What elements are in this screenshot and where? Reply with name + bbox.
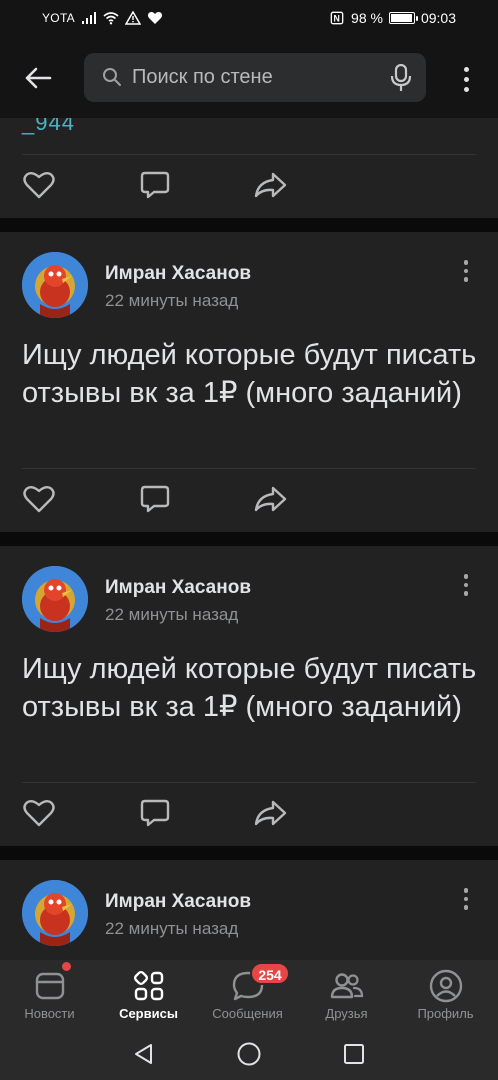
avatar-image	[22, 566, 88, 632]
battery-percent: 98 %	[351, 10, 383, 26]
like-button[interactable]	[22, 168, 56, 202]
back-triangle-icon	[135, 1044, 152, 1064]
bottom-tab-bar: Новости Сервисы 254 Сообщения Друзья Про…	[0, 960, 498, 1028]
news-icon	[32, 968, 68, 1004]
nfc-icon: N	[330, 11, 344, 25]
battery-fill	[390, 14, 412, 22]
like-icon	[23, 486, 55, 513]
post-partial: _944	[0, 118, 498, 218]
more-vertical-icon[interactable]	[456, 64, 476, 94]
post-menu-button[interactable]	[458, 574, 474, 602]
back-arrow-icon	[25, 67, 52, 89]
tab-label: Сервисы	[119, 1006, 178, 1021]
status-bar: YOTA N 98 % 09:03	[0, 0, 498, 38]
post-text-tail: _944	[22, 118, 75, 135]
comment-button[interactable]	[138, 796, 172, 830]
heart-icon	[147, 12, 163, 24]
like-icon	[23, 172, 55, 199]
avatar-image	[22, 252, 88, 318]
avatar[interactable]	[22, 566, 88, 632]
wifi-icon	[103, 12, 119, 25]
svg-text:N: N	[334, 14, 340, 24]
comment-button[interactable]	[138, 168, 172, 202]
post-time: 22 минуты назад	[105, 919, 239, 938]
system-back-button[interactable]	[130, 1040, 158, 1068]
post-actions	[0, 782, 498, 842]
clock: 09:03	[420, 10, 456, 26]
like-button[interactable]	[22, 796, 56, 830]
warning-icon	[124, 11, 141, 25]
services-icon	[131, 968, 167, 1004]
tab-friends[interactable]: Друзья	[297, 960, 396, 1028]
post-actions	[0, 154, 498, 214]
share-icon	[254, 172, 287, 198]
avatar[interactable]	[22, 880, 88, 946]
system-navigation-bar	[0, 1028, 498, 1080]
share-icon	[254, 486, 287, 512]
like-icon	[23, 800, 55, 827]
post-author: Имран Хасанов	[105, 891, 252, 912]
post-time: 22 минуты назад	[105, 605, 239, 624]
post-menu-button[interactable]	[458, 888, 474, 916]
back-button[interactable]	[22, 62, 54, 94]
recents-square-icon	[344, 1044, 364, 1064]
post-author: Имран Хасанов	[105, 577, 252, 598]
post-card: Имран Хасанов 22 минуты назад	[0, 860, 498, 960]
wall-feed: _944 Имран Хасанов 22 минуты назад Ищу л…	[0, 118, 498, 960]
post-author: Имран Хасанов	[105, 263, 252, 284]
post-menu-button[interactable]	[458, 260, 474, 288]
friends-icon	[329, 968, 365, 1004]
like-button[interactable]	[22, 482, 56, 516]
post-card: Имран Хасанов 22 минуты назад Ищу людей …	[0, 232, 498, 532]
comment-icon	[140, 171, 170, 199]
signal-icon	[81, 12, 96, 24]
search-box[interactable]	[84, 53, 426, 102]
profile-icon	[428, 968, 464, 1004]
post-text: Ищу людей которые будут писать отзывы вк…	[22, 339, 477, 409]
app-header	[0, 38, 498, 118]
tab-label: Друзья	[325, 1006, 368, 1021]
home-circle-icon	[237, 1042, 261, 1066]
share-button[interactable]	[254, 482, 288, 516]
share-button[interactable]	[254, 796, 288, 830]
post-text: Ищу людей которые будут писать отзывы вк…	[22, 653, 477, 723]
system-recents-button[interactable]	[340, 1040, 368, 1068]
avatar[interactable]	[22, 252, 88, 318]
comment-icon	[140, 799, 170, 827]
share-button[interactable]	[254, 168, 288, 202]
carrier-name: YOTA	[42, 11, 75, 25]
search-input[interactable]	[132, 53, 372, 102]
comment-button[interactable]	[138, 482, 172, 516]
system-home-button[interactable]	[235, 1040, 263, 1068]
post-actions	[0, 468, 498, 528]
tab-services[interactable]: Сервисы	[99, 960, 198, 1028]
tab-messages[interactable]: 254 Сообщения	[198, 960, 297, 1028]
avatar-image	[22, 880, 88, 946]
tab-label: Сообщения	[212, 1006, 283, 1021]
news-unread-dot	[62, 962, 71, 971]
post-time: 22 минуты назад	[105, 291, 239, 310]
messages-badge: 254	[250, 962, 290, 985]
search-icon	[103, 68, 121, 86]
microphone-icon[interactable]	[390, 64, 412, 92]
comment-icon	[140, 485, 170, 513]
share-icon	[254, 800, 287, 826]
tab-news[interactable]: Новости	[0, 960, 99, 1028]
tab-label: Профиль	[417, 1006, 474, 1021]
tab-profile[interactable]: Профиль	[396, 960, 495, 1028]
battery-icon	[388, 12, 418, 24]
post-card: Имран Хасанов 22 минуты назад Ищу людей …	[0, 546, 498, 846]
tab-label: Новости	[24, 1006, 75, 1021]
